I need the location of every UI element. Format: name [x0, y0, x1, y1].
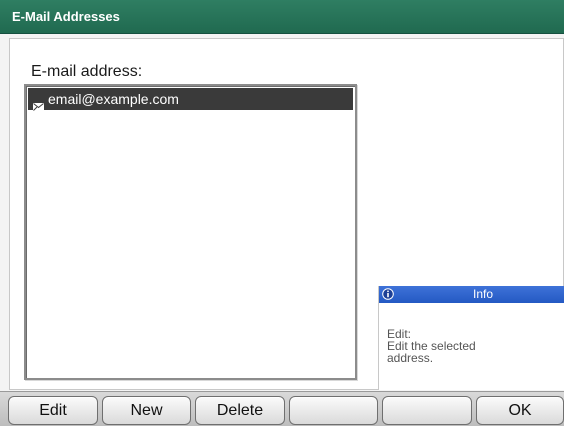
info-panel: Info Edit: Edit the selected address.: [378, 286, 564, 390]
envelope-icon: [33, 95, 44, 111]
info-line: address.: [387, 351, 434, 365]
title-bar: E-Mail Addresses: [0, 0, 564, 34]
window-title: E-Mail Addresses: [12, 9, 120, 24]
email-list-label: E-mail address:: [31, 63, 143, 80]
list-item[interactable]: email@example.com: [28, 88, 353, 111]
ok-button[interactable]: OK: [476, 396, 564, 425]
blank-button-1[interactable]: [289, 396, 378, 425]
delete-button[interactable]: Delete: [195, 396, 285, 425]
info-header: Info: [379, 286, 564, 303]
info-title: Info: [472, 287, 493, 301]
button-bar: Edit New Delete OK: [0, 391, 564, 426]
list-item-label: email@example.com: [48, 91, 179, 107]
edit-button[interactable]: Edit: [8, 396, 98, 425]
email-listbox[interactable]: email@example.com: [24, 84, 357, 380]
info-text: Edit: Edit the selected address.: [387, 328, 557, 364]
new-button[interactable]: New: [102, 396, 191, 425]
blank-button-2[interactable]: [382, 396, 472, 425]
